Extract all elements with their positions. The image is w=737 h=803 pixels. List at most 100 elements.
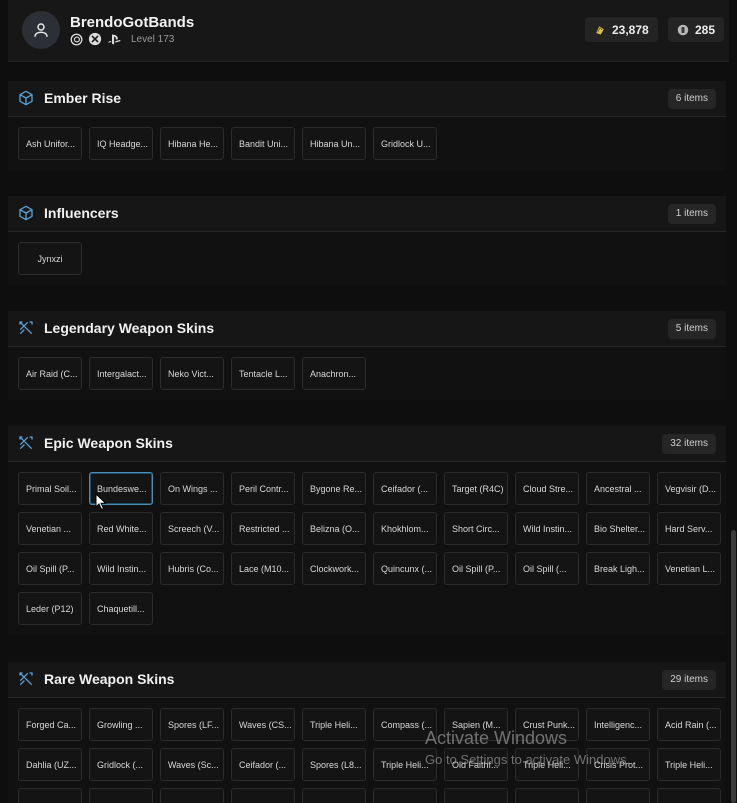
section-title: Epic Weapon Skins xyxy=(44,435,173,451)
credits-icon xyxy=(596,25,604,34)
item-tile[interactable]: Gridlock (... xyxy=(89,748,153,781)
user-icon xyxy=(34,23,48,37)
item-tile[interactable]: Short Circ... xyxy=(444,512,508,545)
item-tile[interactable]: Break Ligh... xyxy=(586,552,650,585)
renown-badge: 285 xyxy=(668,17,725,42)
item-grid: Primal Soil... Bundeswe... On Wings ... Per… xyxy=(8,462,726,635)
item-tile[interactable]: Hibana He... xyxy=(160,127,224,160)
item-tile[interactable]: Tentacle L... xyxy=(231,357,295,390)
credits-value: 23,878 xyxy=(612,22,649,37)
item-tile[interactable]: Bygone Re... xyxy=(302,472,366,505)
section-header[interactable]: Ember Rise 6 items xyxy=(8,81,726,117)
item-tile[interactable]: Growling ... xyxy=(89,708,153,741)
item-tile[interactable]: Peril Contr... xyxy=(231,472,295,505)
username: BrendoGotBands xyxy=(70,14,195,31)
item-grid: Jynxzi xyxy=(8,232,726,285)
item-tile[interactable]: Primal Soil... xyxy=(18,472,82,505)
item-tile[interactable]: Venetian L... xyxy=(657,552,721,585)
item-tile[interactable]: Air Raid (C... xyxy=(18,357,82,390)
section-header[interactable]: Epic Weapon Skins 32 items xyxy=(8,426,726,462)
item-tile[interactable]: Hubris (Co... xyxy=(160,552,224,585)
section-ember-rise: Ember Rise 6 items Ash Unifor... IQ Headge.… xyxy=(8,81,726,170)
item-tile[interactable]: Anachron... xyxy=(302,357,366,390)
item-tile[interactable]: Triple Heli... xyxy=(302,708,366,741)
item-count-badge: 6 items xyxy=(667,89,716,109)
item-tile[interactable]: Waves (Sc... xyxy=(160,748,224,781)
item-tile[interactable]: Cloud Stre... xyxy=(515,472,579,505)
item-tile[interactable]: Hard Serv... xyxy=(657,512,721,545)
avatar[interactable] xyxy=(22,11,60,49)
item-tile[interactable] xyxy=(18,788,82,803)
item-tile[interactable]: Neko Vict... xyxy=(160,357,224,390)
item-tile[interactable] xyxy=(586,788,650,803)
section-header[interactable]: Rare Weapon Skins 29 items xyxy=(8,662,726,698)
item-tile[interactable]: Spores (LF... xyxy=(160,708,224,741)
item-tile[interactable] xyxy=(160,788,224,803)
section-legendary-weapon-skins: Legendary Weapon Skins 5 items Air Raid (C… xyxy=(8,311,726,400)
section-influencers: Influencers 1 items Jynxzi xyxy=(8,196,726,285)
section-header[interactable]: Influencers 1 items xyxy=(8,196,726,232)
item-tile[interactable]: Screech (V... xyxy=(160,512,224,545)
item-tile[interactable]: Acid Rain (... xyxy=(657,708,721,741)
scrollbar-thumb[interactable] xyxy=(731,530,736,803)
item-tile[interactable]: Ceifador (... xyxy=(231,748,295,781)
item-tile[interactable]: Triple Heli... xyxy=(657,748,721,781)
watermark-subtitle: Go to Settings to activate Windows. xyxy=(425,752,631,767)
item-tile[interactable]: Clockwork... xyxy=(302,552,366,585)
item-tile[interactable]: Wild Instin... xyxy=(515,512,579,545)
item-tile[interactable]: Chaquetill... xyxy=(89,592,153,625)
item-tile[interactable]: Waves (CS... xyxy=(231,708,295,741)
item-grid: Air Raid (C... Intergalact... Neko Vict...… xyxy=(8,347,726,400)
item-tile[interactable]: Oil Spill (... xyxy=(515,552,579,585)
renown-value: 285 xyxy=(695,22,716,37)
ubisoft-icon xyxy=(70,33,83,45)
item-tile[interactable] xyxy=(444,788,508,803)
item-tile[interactable]: Leder (P12) xyxy=(18,592,82,625)
item-tile[interactable]: IQ Headge... xyxy=(89,127,153,160)
item-tile[interactable] xyxy=(231,788,295,803)
watermark-title: Activate Windows xyxy=(425,728,568,748)
item-tile[interactable] xyxy=(89,788,153,803)
section-title: Rare Weapon Skins xyxy=(44,671,175,687)
playstation-icon xyxy=(107,34,121,44)
credits-badge: 23,878 xyxy=(585,17,658,42)
item-tile[interactable]: Target (R4C) xyxy=(444,472,508,505)
item-tile[interactable]: Spores (L8... xyxy=(302,748,366,781)
box-icon xyxy=(18,205,34,226)
item-tile[interactable]: Red White... xyxy=(89,512,153,545)
item-tile[interactable]: Oil Spill (P... xyxy=(18,552,82,585)
item-tile[interactable]: Intergalact... xyxy=(89,357,153,390)
item-tile[interactable]: Lace (M10... xyxy=(231,552,295,585)
item-tile[interactable]: Restricted ... xyxy=(231,512,295,545)
item-grid: Ash Unifor... IQ Headge... Hibana He... Ban… xyxy=(8,117,726,170)
crossed-swords-icon xyxy=(18,435,34,456)
item-tile[interactable] xyxy=(515,788,579,803)
item-tile[interactable]: Jynxzi xyxy=(18,242,82,275)
item-tile[interactable]: Ash Unifor... xyxy=(18,127,82,160)
item-tile[interactable]: Quincunx (... xyxy=(373,552,437,585)
item-tile[interactable]: Bio Shelter... xyxy=(586,512,650,545)
item-tile[interactable]: Oil Spill (P... xyxy=(444,552,508,585)
item-tile[interactable]: Venetian ... xyxy=(18,512,82,545)
item-tile[interactable] xyxy=(373,788,437,803)
item-tile[interactable]: Bandit Uni... xyxy=(231,127,295,160)
item-count-badge: 29 items xyxy=(662,670,716,690)
profile-header: BrendoGotBands Level 173 23,878 285 xyxy=(8,0,729,62)
item-tile[interactable]: Belizna (O... xyxy=(302,512,366,545)
mouse-cursor-icon xyxy=(95,493,107,511)
item-tile[interactable]: Khokhlom... xyxy=(373,512,437,545)
item-tile[interactable] xyxy=(302,788,366,803)
item-tile[interactable]: On Wings ... xyxy=(160,472,224,505)
item-tile[interactable]: Forged Ca... xyxy=(18,708,82,741)
section-header[interactable]: Legendary Weapon Skins 5 items xyxy=(8,311,726,347)
renown-icon xyxy=(677,24,689,35)
item-tile[interactable]: Dahlia (UZ... xyxy=(18,748,82,781)
item-tile[interactable] xyxy=(657,788,721,803)
section-title: Influencers xyxy=(44,205,119,221)
item-tile[interactable]: Gridlock U... xyxy=(373,127,437,160)
item-tile[interactable]: Ancestral ... xyxy=(586,472,650,505)
item-tile[interactable]: Ceifador (... xyxy=(373,472,437,505)
item-tile[interactable]: Hibana Un... xyxy=(302,127,366,160)
item-tile[interactable]: Vegvisir (D... xyxy=(657,472,721,505)
item-tile[interactable]: Wild Instin... xyxy=(89,552,153,585)
